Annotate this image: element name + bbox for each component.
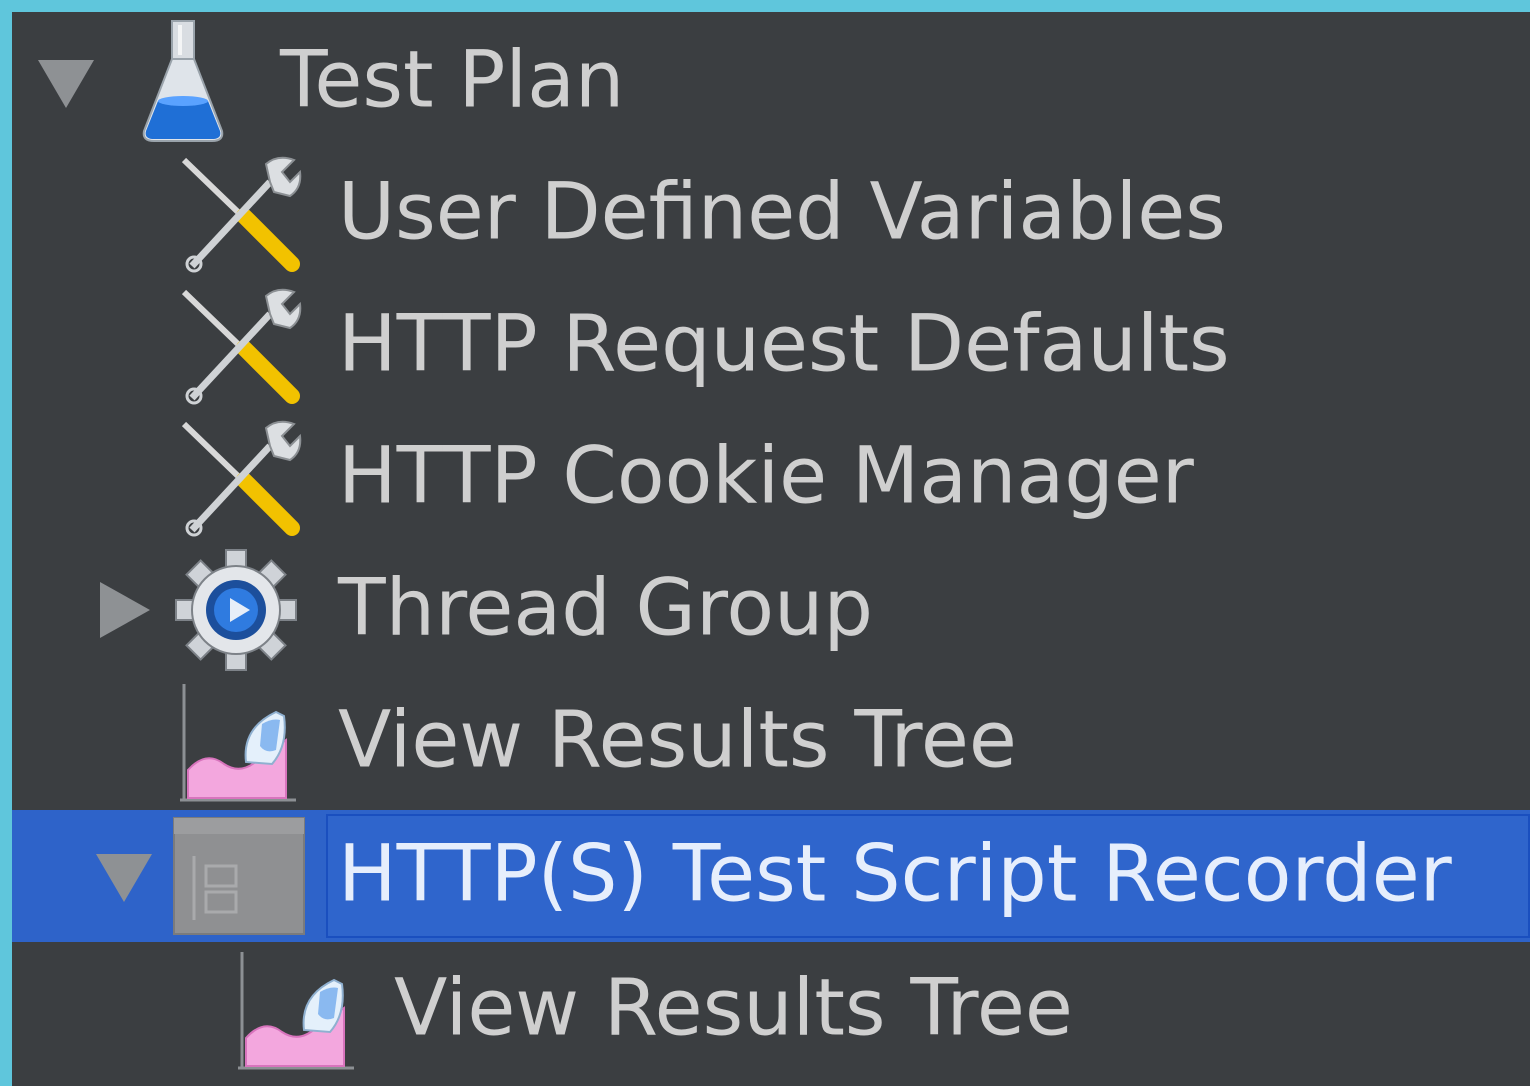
- config-tools-icon: [181, 288, 302, 405]
- tree-node-label: View Results Tree: [338, 695, 1017, 786]
- tree-node-label: HTTP Request Defaults: [338, 299, 1230, 390]
- config-tools-icon: [181, 156, 302, 273]
- tree-node-user-defined-variables[interactable]: User Defined Variables: [12, 148, 1530, 280]
- tree-node-view-results-tree[interactable]: View Results Tree: [12, 676, 1530, 808]
- tree-node-label: HTTP Cookie Manager: [338, 431, 1194, 522]
- tree-node-label: Thread Group: [338, 563, 873, 654]
- test-plan-tree: Test Plan User Defined Variables HTTP Re…: [12, 12, 1530, 1086]
- results-chart-icon: [180, 684, 296, 802]
- tree-node-test-plan[interactable]: Test Plan: [12, 16, 1530, 148]
- tree-node-label: Test Plan: [280, 35, 625, 126]
- expand-arrow-icon[interactable]: [92, 578, 156, 642]
- flask-icon: [142, 20, 224, 142]
- tree-node-view-results-tree-child[interactable]: View Results Tree: [12, 944, 1530, 1076]
- tree-node-https-test-script-recorder[interactable]: HTTP(S) Test Script Recorder: [12, 810, 1530, 942]
- recorder-icon: [173, 817, 305, 935]
- tree-node-thread-group[interactable]: Thread Group: [12, 544, 1530, 676]
- config-tools-icon: [181, 420, 302, 537]
- tree-node-label: HTTP(S) Test Script Recorder: [338, 829, 1452, 920]
- collapse-arrow-icon[interactable]: [34, 50, 98, 114]
- tree-node-label: View Results Tree: [394, 963, 1073, 1054]
- tree-node-label: User Defined Variables: [338, 167, 1226, 258]
- tree-node-http-cookie-manager[interactable]: HTTP Cookie Manager: [12, 412, 1530, 544]
- collapse-arrow-icon[interactable]: [92, 844, 156, 908]
- results-chart-icon: [238, 952, 354, 1070]
- gear-icon: [175, 549, 297, 671]
- tree-node-http-request-defaults[interactable]: HTTP Request Defaults: [12, 280, 1530, 412]
